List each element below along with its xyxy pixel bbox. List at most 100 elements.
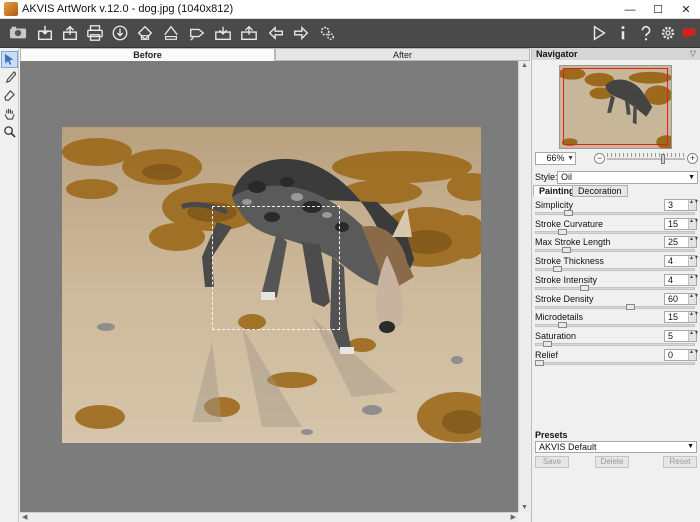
zoom-slider-thumb[interactable]: [661, 154, 665, 164]
select-tool-icon[interactable]: [1, 51, 18, 68]
settings-effects-icon[interactable]: [186, 22, 208, 44]
export-icon[interactable]: [160, 22, 182, 44]
hand-tool-icon[interactable]: [1, 105, 18, 122]
param-value-input[interactable]: 15 ▲▼: [664, 311, 699, 324]
selection-marquee[interactable]: [212, 206, 340, 330]
param-slider-thumb[interactable]: [563, 210, 573, 216]
spinner-icon[interactable]: ▲▼: [688, 200, 699, 210]
param-value-input[interactable]: 60 ▲▼: [664, 292, 699, 305]
param-row: Relief 0 ▲▼: [532, 348, 700, 368]
brush-tool-icon[interactable]: [1, 69, 18, 86]
undo-icon[interactable]: [265, 22, 287, 44]
param-label: Stroke Curvature: [535, 218, 604, 229]
zoom-value: 66%: [546, 153, 565, 163]
tab-after[interactable]: After: [275, 48, 530, 61]
preset-value: AKVIS Default: [539, 442, 597, 452]
zoom-controls: 66% ▼ − +: [535, 152, 698, 165]
spinner-icon[interactable]: ▲▼: [688, 293, 699, 304]
param-slider-thumb[interactable]: [580, 284, 590, 291]
param-slider-thumb[interactable]: [542, 340, 552, 347]
spinner-icon[interactable]: ▲▼: [688, 312, 699, 323]
print-icon[interactable]: [84, 22, 106, 44]
info-icon[interactable]: [612, 22, 634, 44]
open-icon[interactable]: [5, 22, 31, 44]
spinner-icon[interactable]: ▲▼: [688, 256, 699, 267]
param-row: Stroke Intensity 4 ▲▼: [532, 273, 700, 293]
maximize-button[interactable]: ☐: [644, 0, 672, 19]
param-slider-thumb[interactable]: [557, 322, 567, 329]
navigator-preview[interactable]: [559, 65, 672, 149]
share-icon[interactable]: [109, 22, 131, 44]
paste-icon[interactable]: [212, 22, 234, 44]
clipboard-icon[interactable]: [238, 22, 260, 44]
redo-icon[interactable]: [290, 22, 312, 44]
help-icon[interactable]: [635, 22, 657, 44]
save-icon[interactable]: [34, 22, 56, 44]
zoom-in-button[interactable]: +: [687, 153, 698, 164]
param-slider[interactable]: [535, 361, 695, 365]
param-value-input[interactable]: 0 ▲▼: [664, 348, 699, 361]
zoom-tool-icon[interactable]: [1, 123, 18, 140]
save-preset-button[interactable]: Save: [535, 456, 569, 468]
tab-before[interactable]: Before: [20, 48, 275, 61]
param-value: 3: [668, 200, 674, 210]
param-value-input[interactable]: 25 ▲▼: [664, 236, 699, 249]
param-slider-thumb[interactable]: [557, 228, 567, 235]
param-value: 15: [668, 218, 679, 229]
reset-preset-button[interactable]: Reset: [663, 456, 697, 468]
spinner-icon[interactable]: ▲▼: [688, 330, 699, 341]
param-slider-thumb[interactable]: [562, 247, 572, 254]
param-slider[interactable]: [535, 286, 695, 290]
param-value-input[interactable]: 4 ▲▼: [664, 255, 699, 268]
feedback-icon[interactable]: [678, 22, 700, 44]
scroll-up-icon[interactable]: ▲: [521, 62, 528, 69]
image-canvas[interactable]: [20, 61, 518, 512]
scroll-left-icon[interactable]: ◀: [22, 513, 27, 521]
param-value: 15: [668, 312, 679, 323]
param-slider[interactable]: [535, 342, 695, 346]
spinner-icon[interactable]: ▲▼: [688, 237, 699, 248]
navigator-header: Navigator ▽: [532, 48, 700, 60]
minimize-button[interactable]: —: [616, 0, 644, 19]
navigator-viewport[interactable]: [563, 68, 668, 145]
zoom-out-button[interactable]: −: [594, 153, 605, 164]
zoom-select[interactable]: 66% ▼: [535, 152, 576, 165]
settings-panel: Navigator ▽ 66% ▼ − + Style: Oil ▼ Paint…: [531, 48, 700, 522]
spinner-icon[interactable]: ▲▼: [688, 349, 699, 360]
save-as-icon[interactable]: [59, 22, 81, 44]
param-slider[interactable]: [535, 305, 695, 309]
zoom-ticks: [607, 153, 685, 157]
gear-icon[interactable]: [657, 22, 679, 44]
tab-decoration[interactable]: Decoration: [572, 185, 628, 197]
param-value-input[interactable]: 5 ▲▼: [664, 329, 699, 342]
run-icon[interactable]: [588, 22, 610, 44]
param-value-input[interactable]: 4 ▲▼: [664, 273, 699, 286]
param-slider[interactable]: [535, 249, 695, 253]
close-button[interactable]: ✕: [672, 0, 700, 19]
style-label: Style:: [535, 172, 558, 182]
param-row: Saturation 5 ▲▼: [532, 329, 700, 349]
style-select[interactable]: Oil ▼: [557, 171, 698, 184]
preset-select[interactable]: AKVIS Default ▼: [535, 441, 697, 453]
spinner-icon[interactable]: ▲▼: [688, 274, 699, 285]
scroll-right-icon[interactable]: ▶: [511, 513, 516, 521]
delete-preset-button[interactable]: Delete: [595, 456, 629, 468]
collapse-icon[interactable]: ▽: [690, 48, 696, 60]
param-slider-thumb[interactable]: [625, 303, 635, 310]
spinner-icon[interactable]: ▲▼: [688, 218, 699, 229]
param-slider-thumb[interactable]: [535, 359, 544, 366]
param-row: Stroke Curvature 15 ▲▼: [532, 217, 700, 237]
vertical-scrollbar[interactable]: ▲ ▼: [518, 61, 530, 512]
param-slider[interactable]: [535, 212, 695, 215]
horizontal-scrollbar[interactable]: ◀ ▶: [20, 512, 518, 522]
zoom-slider[interactable]: [607, 158, 685, 160]
dog-photo[interactable]: [62, 127, 481, 443]
param-row: Max Stroke Length 25 ▲▼: [532, 236, 700, 255]
scroll-down-icon[interactable]: ▼: [521, 504, 528, 511]
param-value-input[interactable]: 15 ▲▼: [664, 217, 699, 230]
plugin-icon[interactable]: [316, 22, 338, 44]
eraser-tool-icon[interactable]: [1, 87, 18, 104]
batch-icon[interactable]: [134, 22, 156, 44]
param-value-input[interactable]: 3 ▲▼: [664, 199, 699, 211]
param-slider-thumb[interactable]: [553, 266, 563, 273]
